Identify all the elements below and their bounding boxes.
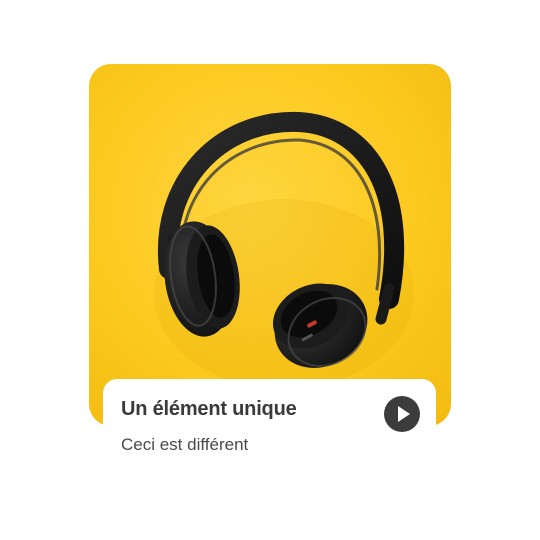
card-title: Un élément unique [121,398,297,420]
headphones-image [154,111,414,389]
play-icon [398,406,410,422]
card-info-panel: Un élément unique Ceci est différent [103,379,436,479]
media-card-image[interactable] [89,64,451,426]
play-button[interactable] [384,396,420,432]
stage: Un élément unique Ceci est différent [0,0,540,540]
card-subtitle: Ceci est différent [121,435,249,454]
